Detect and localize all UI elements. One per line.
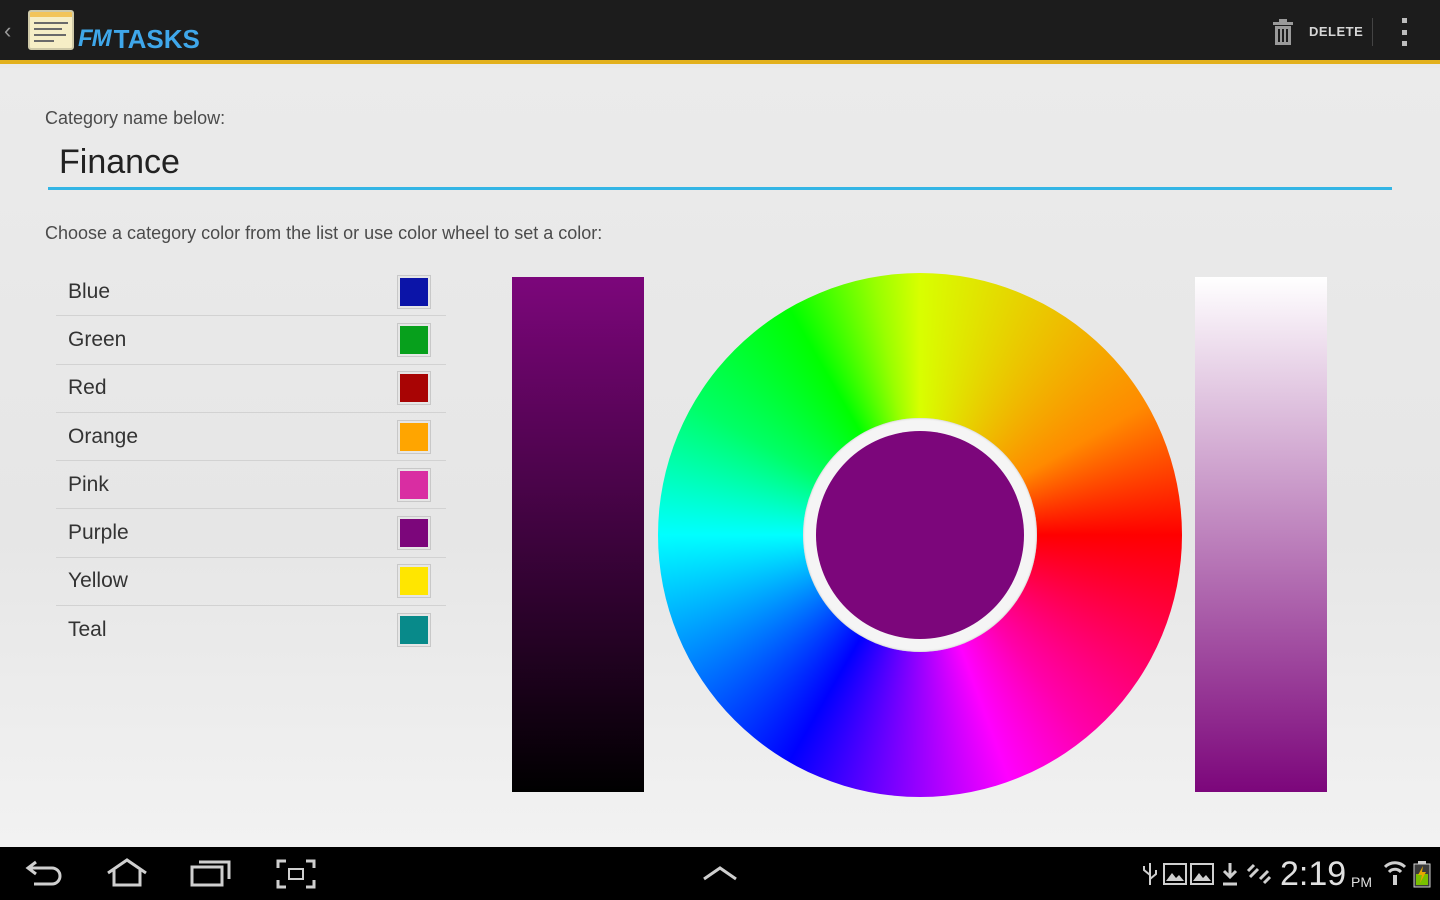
- color-option-label: Blue: [68, 279, 111, 303]
- color-option-green[interactable]: Green: [56, 316, 446, 365]
- color-option-label: Pink: [68, 472, 109, 496]
- color-option-orange[interactable]: Orange: [56, 413, 446, 462]
- action-bar: ‹ FM TASKS DELETE: [0, 0, 1440, 64]
- color-option-label: Orange: [68, 424, 139, 448]
- clock-ampm: PM: [1351, 874, 1372, 890]
- category-name-label: Category name below:: [45, 108, 226, 128]
- content-area: Category name below: Choose a category c…: [0, 68, 1440, 847]
- back-icon[interactable]: [24, 860, 64, 888]
- color-swatch[interactable]: [398, 372, 430, 405]
- color-swatch[interactable]: [398, 468, 430, 501]
- color-option-red[interactable]: Red: [56, 365, 446, 413]
- home-icon[interactable]: [104, 858, 150, 888]
- color-swatch[interactable]: [398, 517, 430, 550]
- overflow-menu-icon[interactable]: [1400, 18, 1408, 46]
- color-option-purple[interactable]: Purple: [56, 509, 446, 558]
- download-icon: [1222, 863, 1238, 886]
- value-slider[interactable]: [512, 277, 644, 792]
- trash-icon[interactable]: [1272, 18, 1294, 46]
- color-list: Blue Green Red Orange Pink Purple Yellow Teal: [56, 268, 446, 654]
- delete-button[interactable]: DELETE: [1309, 24, 1363, 39]
- wifi-icon: [1384, 861, 1406, 885]
- color-option-label: Teal: [68, 618, 107, 642]
- color-option-label: Yellow: [68, 569, 128, 593]
- usb-icon: [1143, 863, 1157, 885]
- color-swatch[interactable]: [398, 323, 430, 356]
- sync-icon: [1246, 863, 1272, 885]
- category-name-input[interactable]: [48, 138, 1392, 190]
- action-divider: [1372, 18, 1373, 46]
- up-navigation-icon[interactable]: ‹: [4, 20, 11, 42]
- up-chevron-icon[interactable]: [702, 865, 738, 881]
- color-option-blue[interactable]: Blue: [56, 268, 446, 317]
- color-swatch[interactable]: [398, 275, 430, 308]
- color-instructions-label: Choose a category color from the list or…: [45, 223, 603, 243]
- color-option-teal[interactable]: Teal: [56, 606, 446, 654]
- color-option-yellow[interactable]: Yellow: [56, 558, 446, 607]
- app-logo: FM TASKS: [78, 10, 200, 54]
- screenshot-icon[interactable]: [276, 859, 316, 889]
- app-title: TASKS: [113, 24, 200, 54]
- color-swatch[interactable]: [398, 614, 430, 647]
- saturation-slider[interactable]: [1195, 277, 1327, 792]
- color-wheel[interactable]: [658, 273, 1182, 797]
- system-bar: 2:19 PM: [0, 847, 1440, 900]
- app-icon[interactable]: [28, 10, 74, 50]
- logo-prefix: FM: [78, 25, 112, 52]
- recent-apps-icon[interactable]: [190, 858, 232, 888]
- color-option-label: Purple: [68, 521, 129, 545]
- color-swatch[interactable]: [398, 420, 430, 453]
- color-option-label: Red: [68, 376, 107, 400]
- battery-icon: [1413, 861, 1431, 888]
- gallery-icon: [1190, 863, 1214, 885]
- gallery-icon: [1163, 863, 1187, 885]
- clock-time: 2:19: [1280, 855, 1347, 893]
- color-swatch[interactable]: [398, 565, 430, 598]
- color-option-pink[interactable]: Pink: [56, 461, 446, 510]
- color-option-label: Green: [68, 327, 127, 351]
- selected-color-preview[interactable]: [816, 431, 1024, 639]
